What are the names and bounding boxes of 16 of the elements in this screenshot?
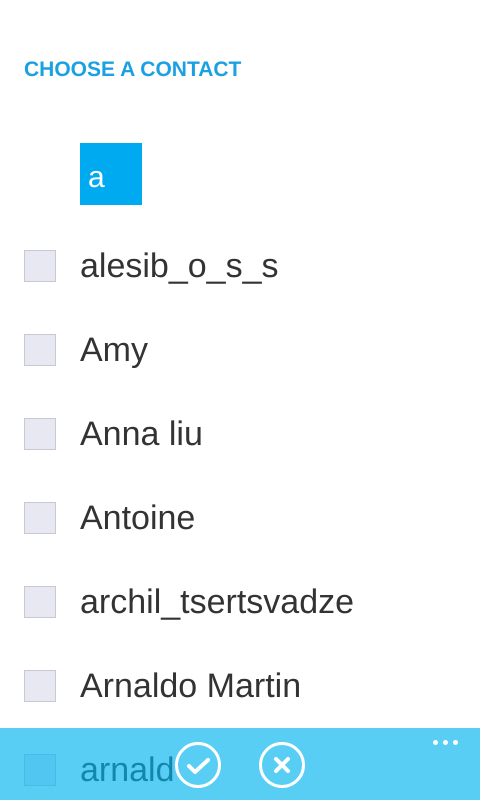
checkbox[interactable] — [24, 586, 56, 618]
contact-name[interactable]: Anna liu — [80, 414, 203, 454]
page-title: CHOOSE A CONTACT — [24, 58, 242, 82]
more-icon[interactable] — [433, 740, 458, 745]
contact-name[interactable]: Arnaldo Martin — [80, 666, 302, 706]
checkbox[interactable] — [24, 250, 56, 282]
contact-name[interactable]: alesib_o_s_s — [80, 246, 278, 286]
confirm-icon[interactable] — [175, 742, 221, 788]
contact-name[interactable]: archil_tsertsvadze — [80, 582, 354, 622]
checkbox[interactable] — [24, 670, 56, 702]
checkbox[interactable] — [24, 502, 56, 534]
contact-name[interactable]: Amy — [80, 330, 148, 370]
cancel-icon[interactable] — [259, 742, 305, 788]
contact-name[interactable]: Antoine — [80, 498, 196, 538]
checkbox[interactable] — [24, 418, 56, 450]
checkbox[interactable] — [24, 334, 56, 366]
